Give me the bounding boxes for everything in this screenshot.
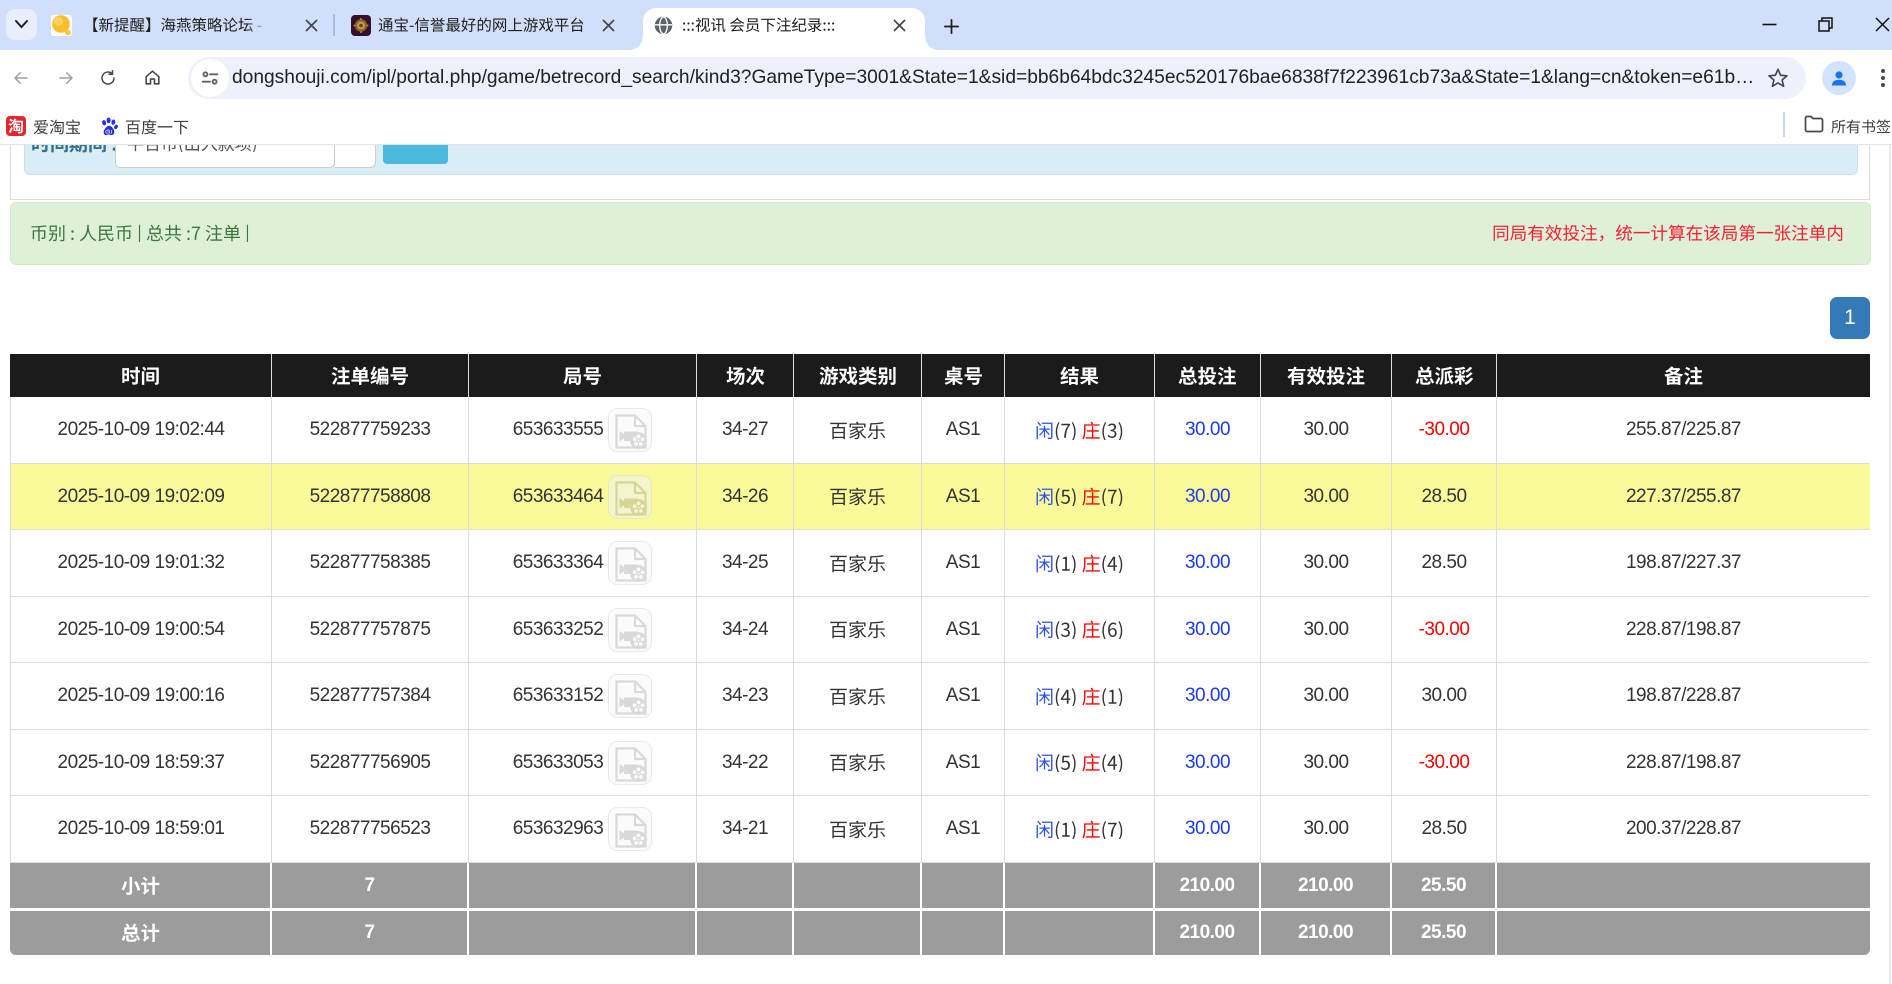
svg-text:du: du [105,128,113,135]
